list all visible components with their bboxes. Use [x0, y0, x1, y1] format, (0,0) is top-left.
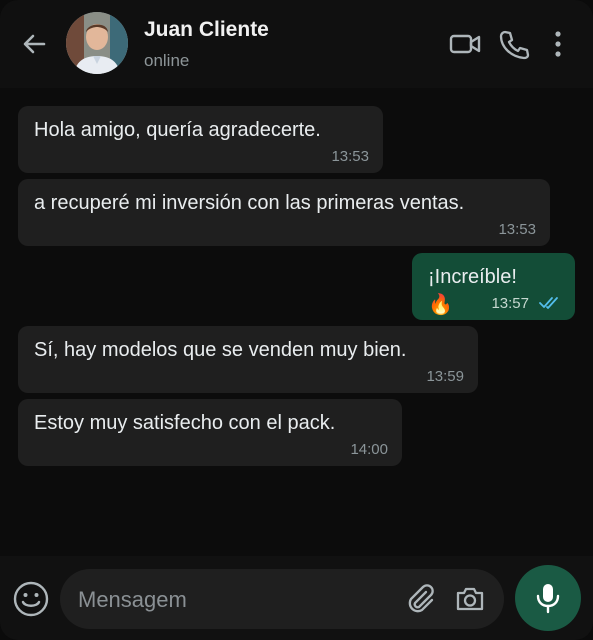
video-call-icon[interactable]: [448, 28, 482, 60]
message-input-placeholder: Mensagem: [78, 587, 187, 612]
message-input[interactable]: Mensagem: [60, 569, 504, 629]
message-list[interactable]: Hola amigo, quería agradecerte. 13:53 a …: [0, 88, 593, 556]
more-vert-icon[interactable]: [544, 28, 572, 60]
back-arrow-icon[interactable]: [18, 28, 50, 60]
message-text: Estoy muy satisfecho con el pack.: [34, 412, 336, 434]
message-text: a recuperé mi inversión con las primeras…: [34, 192, 465, 214]
chat-header: Juan Cliente online: [0, 0, 593, 88]
avatar[interactable]: [66, 12, 128, 74]
phone-icon[interactable]: [496, 28, 530, 60]
contact-status: online: [144, 51, 190, 70]
contact-name[interactable]: Juan Cliente: [144, 18, 269, 42]
message-outgoing[interactable]: ¡Increíble! 🔥 13:57: [412, 253, 575, 320]
message-text: ¡Increíble!: [428, 266, 517, 288]
chat-screen: Juan Cliente online Hola amigo, quería a…: [0, 0, 593, 640]
message-time: 13:57: [491, 295, 529, 312]
message-text: Sí, hay modelos que se venden muy bien.: [34, 339, 407, 361]
message-time: 13:59: [426, 368, 464, 385]
message-incoming[interactable]: Sí, hay modelos que se venden muy bien. …: [18, 326, 478, 393]
read-receipt-icon: [539, 296, 561, 310]
message-incoming[interactable]: Hola amigo, quería agradecerte. 13:53: [18, 106, 383, 173]
message-time: 13:53: [498, 221, 536, 238]
composer-bar: Mensagem: [0, 556, 593, 640]
camera-icon[interactable]: [454, 584, 486, 614]
mic-icon: [536, 584, 560, 614]
message-incoming[interactable]: a recuperé mi inversión con las primeras…: [18, 179, 550, 246]
message-text: Hola amigo, quería agradecerte.: [34, 119, 321, 141]
message-time: 14:00: [350, 441, 388, 458]
message-time: 13:53: [331, 148, 369, 165]
message-incoming[interactable]: Estoy muy satisfecho con el pack. 14:00: [18, 399, 402, 466]
mic-button[interactable]: [515, 565, 581, 631]
fire-emoji: 🔥: [428, 294, 453, 316]
emoji-icon[interactable]: [12, 580, 50, 618]
attach-icon[interactable]: [404, 583, 436, 615]
